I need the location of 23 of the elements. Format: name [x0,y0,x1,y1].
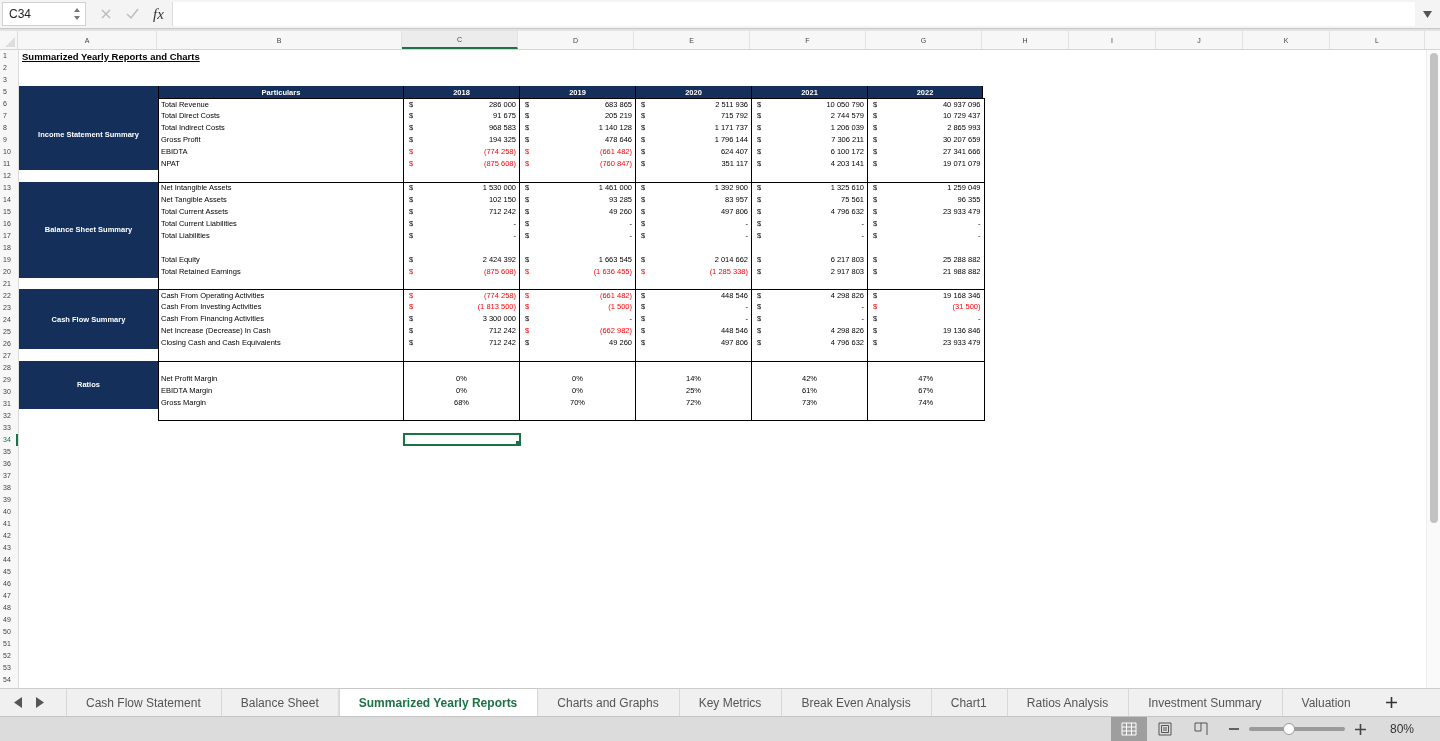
dropdown-caret-icon[interactable] [1423,10,1432,18]
stepper-icon[interactable] [73,7,81,21]
cancel-icon[interactable] [100,8,112,20]
grid-icon [1120,722,1137,736]
formula-field[interactable] [171,2,1415,26]
page-break-icon [1193,722,1208,736]
previous-sheet-icon[interactable] [14,697,22,708]
sheet-tab[interactable]: Summarized Yearly Reports [338,689,538,716]
page-icon [1157,722,1172,736]
normal-view-button[interactable] [1110,717,1147,741]
selected-cell[interactable] [403,433,521,446]
zoom-in-icon[interactable] [1354,723,1366,735]
vertical-scrollbar[interactable] [1426,50,1440,688]
function-button[interactable]: fx [153,5,164,23]
zoom-level: 80% [1389,722,1414,736]
slider-thumb[interactable] [1283,723,1296,735]
next-sheet-icon[interactable] [36,697,44,708]
triangle-icon [5,37,15,47]
sheet-title: Summarized Yearly Reports and Charts [22,50,200,62]
check-icon[interactable] [126,8,139,20]
name-box[interactable]: C34 [2,2,86,26]
add-sheet-icon[interactable] [1384,696,1398,709]
scrollbar-thumb[interactable] [1430,53,1438,523]
